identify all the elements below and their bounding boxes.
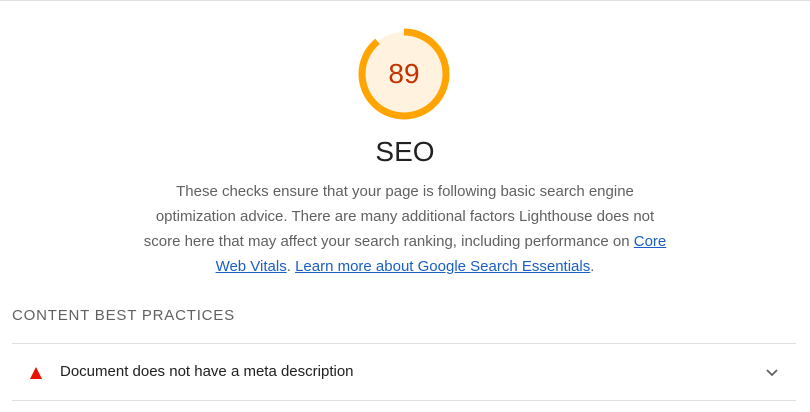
description-end: . xyxy=(590,258,595,275)
group-title: CONTENT BEST PRACTICES xyxy=(12,307,235,324)
seo-report-section: 89 SEO These checks ensure that your pag… xyxy=(0,0,810,412)
description-separator: . xyxy=(286,258,291,275)
category-description: These checks ensure that your page is fo… xyxy=(140,179,670,279)
red-triangle-icon xyxy=(30,367,42,379)
audit-row-meta-description[interactable]: Document does not have a meta descriptio… xyxy=(12,343,796,401)
chevron-down-icon[interactable] xyxy=(764,364,780,380)
score-value: 89 xyxy=(388,58,420,89)
score-gauge[interactable]: 89 xyxy=(358,28,450,120)
learn-more-link[interactable]: Learn more about Google Search Essential… xyxy=(295,258,590,275)
description-text: These checks ensure that your page is fo… xyxy=(143,183,655,250)
audit-title: Document does not have a meta descriptio… xyxy=(60,363,354,380)
category-title: SEO xyxy=(375,136,435,167)
